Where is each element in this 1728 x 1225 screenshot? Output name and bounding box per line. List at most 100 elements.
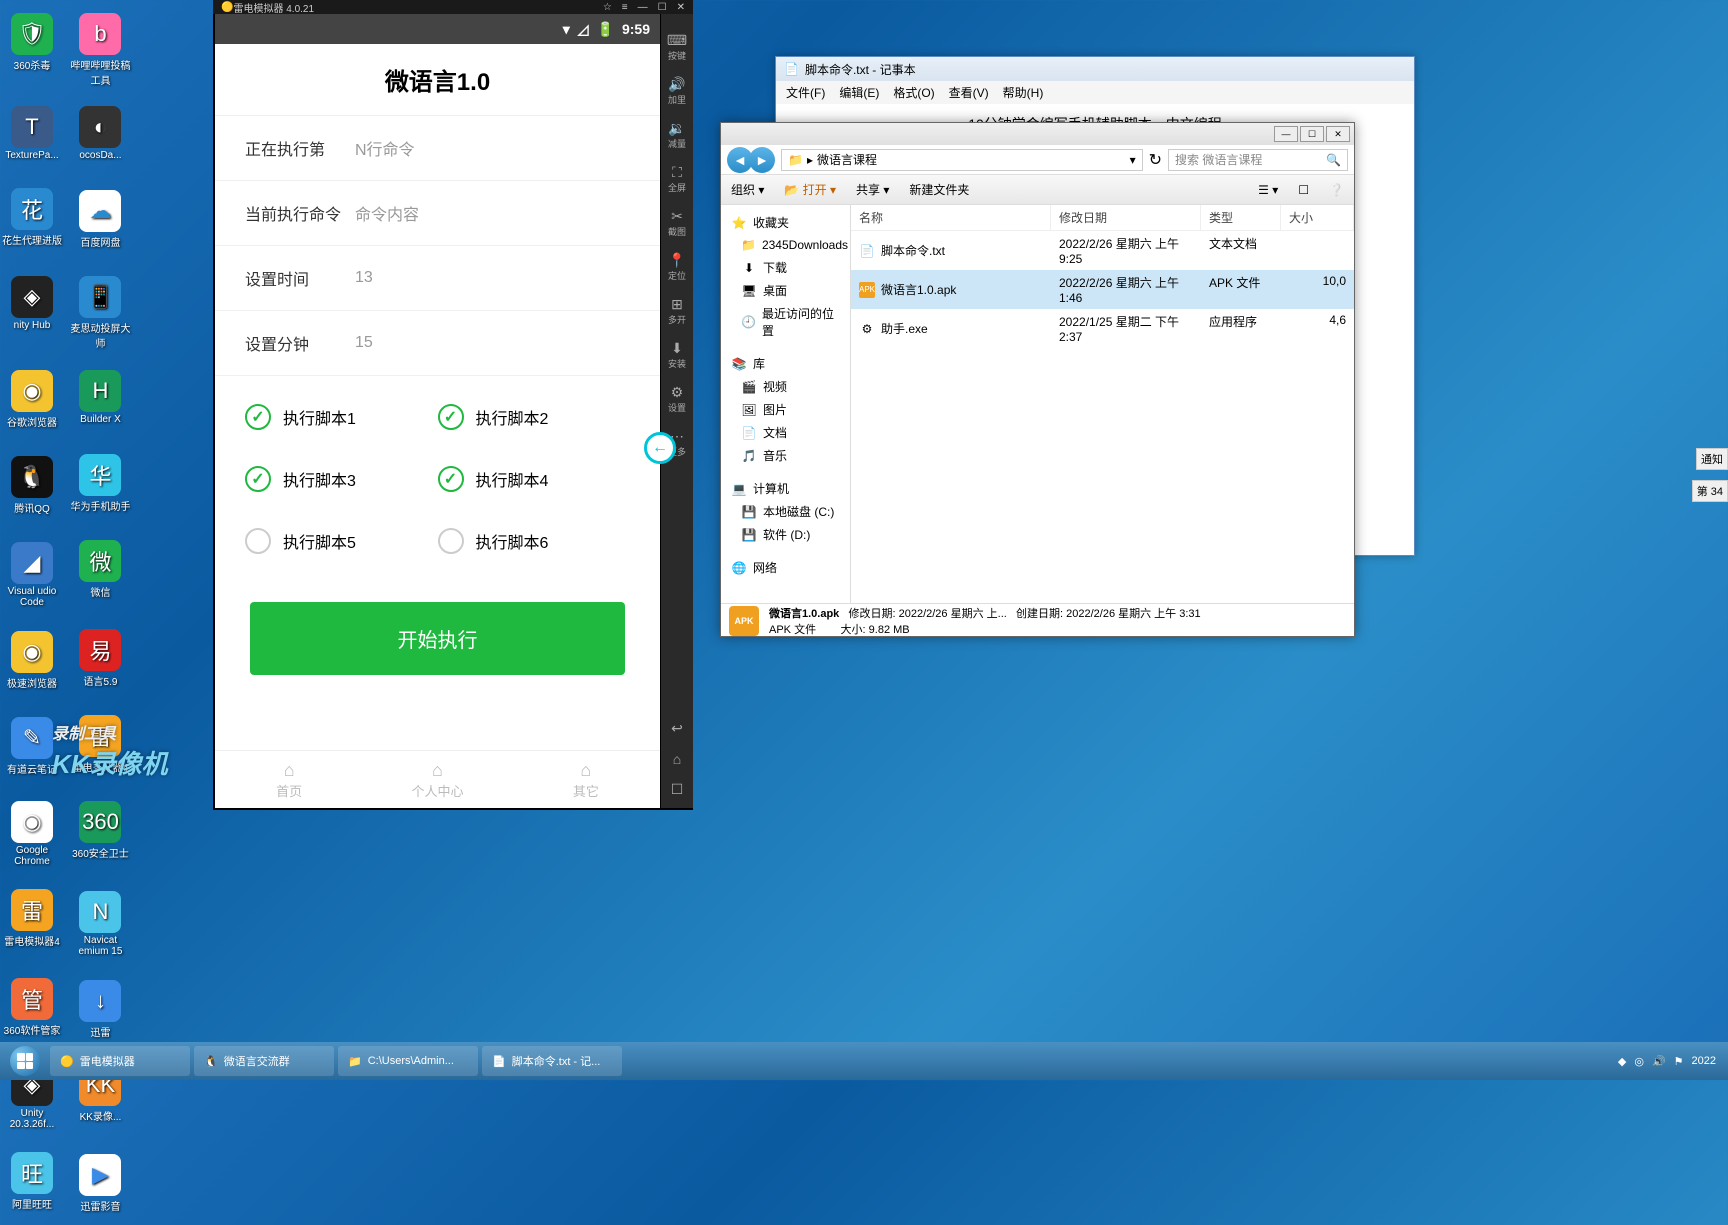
star-icon[interactable]: ☆ (603, 2, 612, 13)
row-set-hour[interactable]: 设置时间 13 (215, 246, 660, 311)
tree-item[interactable]: 🎬视频 (725, 375, 846, 398)
nav-home[interactable]: ⌂首页 (215, 751, 363, 808)
check-script5[interactable]: 执行脚本5 (245, 510, 438, 572)
tree-network[interactable]: 🌐网络 (725, 556, 846, 579)
desktop-icon[interactable]: 🐧腾讯QQ (2, 445, 62, 525)
desktop-icon[interactable]: 华华为手机助手 (70, 443, 130, 523)
desktop-icon[interactable]: 花花生代理进版 (2, 178, 62, 258)
toolbar-share[interactable]: 共享 ▾ (856, 181, 889, 198)
desktop-icon[interactable]: ▶迅雷影音 (70, 1143, 130, 1223)
maximize-icon[interactable]: ☐ (658, 2, 667, 13)
file-row[interactable]: 📄脚本命令.txt 2022/2/26 星期六 上午 9:25 文本文档 (851, 231, 1354, 270)
taskbar-item[interactable]: 📄脚本命令.txt - 记... (482, 1046, 622, 1076)
desktop-icon[interactable]: ◉Google Chrome (2, 794, 62, 874)
check-script4[interactable]: 执行脚本4 (438, 448, 631, 510)
tree-item[interactable]: 🖥桌面 (725, 279, 846, 302)
tree-favorites[interactable]: ⭐收藏夹 (725, 211, 846, 234)
sidebar-btn-keys[interactable]: ⌨按键 (661, 32, 693, 62)
minimize-button[interactable]: — (1274, 126, 1298, 142)
notepad-titlebar[interactable]: 📄 脚本命令.txt - 记事本 (776, 57, 1414, 81)
tree-item[interactable]: 🕘最近访问的位置 (725, 302, 846, 342)
check-script2[interactable]: 执行脚本2 (438, 386, 631, 448)
sidebar-btn-volup[interactable]: 🔊加里 (661, 76, 693, 106)
desktop-icon[interactable]: ◈nity Hub (2, 264, 62, 344)
desktop-icon[interactable]: ◉谷歌浏览器 (2, 359, 62, 439)
check-script6[interactable]: 执行脚本6 (438, 510, 631, 572)
refresh-icon[interactable]: ↻ (1149, 150, 1162, 170)
close-icon[interactable]: ✕ (677, 2, 685, 13)
desktop-icon[interactable]: 📱麦思动投屏大师 (70, 273, 130, 353)
tree-item[interactable]: 💾软件 (D:) (725, 523, 846, 546)
desktop-icon[interactable]: 管360软件管家 (2, 968, 62, 1048)
desktop-icon[interactable]: b哔哩哔哩投稿工具 (70, 10, 130, 90)
tray-clock[interactable]: 2022 (1692, 1055, 1716, 1067)
desktop-icon[interactable]: 旺阿里旺旺 (2, 1141, 62, 1221)
android-recent-icon[interactable]: ☐ (661, 781, 693, 798)
check-script1[interactable]: 执行脚本1 (245, 386, 438, 448)
desktop-icon[interactable]: 雷雷电模拟器4 (2, 878, 62, 958)
tree-item[interactable]: 📁2345Downloads (725, 234, 846, 256)
tray-icon[interactable]: ⚑ (1674, 1055, 1684, 1068)
desktop-icon[interactable]: TTexturePa... (2, 94, 62, 174)
sidebar-btn-multi[interactable]: ⊞多开 (661, 296, 693, 326)
menu-view[interactable]: 查看(V) (949, 84, 989, 101)
tree-item[interactable]: 🎵音乐 (725, 444, 846, 467)
desktop-icon[interactable]: ◐ocosDa... (70, 94, 130, 174)
start-execute-button[interactable]: 开始执行 (250, 602, 625, 675)
desktop-icon[interactable]: ◉极速浏览器 (2, 621, 62, 701)
check-script3[interactable]: 执行脚本3 (245, 448, 438, 510)
sidebar-btn-screenshot[interactable]: ✂截图 (661, 208, 693, 238)
desktop-icon[interactable]: HBuilder X (70, 357, 130, 437)
desktop-icon[interactable]: ☁百度网盘 (70, 180, 130, 260)
nav-forward-button[interactable]: ► (749, 147, 775, 173)
toolbar-organize[interactable]: 组织 ▾ (731, 181, 764, 198)
taskbar-item[interactable]: 📁C:\Users\Admin... (338, 1046, 478, 1076)
sidebar-btn-settings[interactable]: ⚙设置 (661, 384, 693, 414)
nav-other[interactable]: ⌂其它 (512, 751, 660, 808)
menu-help[interactable]: 帮助(H) (1003, 84, 1044, 101)
help-icon[interactable]: ❔ (1329, 183, 1344, 197)
menu-file[interactable]: 文件(F) (786, 84, 825, 101)
toolbar-open[interactable]: 📂 打开 ▾ (784, 181, 836, 198)
sidebar-btn-fullscreen[interactable]: ⛶全屏 (661, 164, 693, 194)
desktop-icon[interactable]: 微微信 (70, 529, 130, 609)
desktop-icon[interactable]: ↓迅雷 (70, 970, 130, 1050)
file-row-selected[interactable]: APK微语言1.0.apk 2022/2/26 星期六 上午 1:46 APK … (851, 270, 1354, 309)
tree-computer[interactable]: 💻计算机 (725, 477, 846, 500)
desktop-icon[interactable]: NNavicat emium 15 (70, 884, 130, 964)
explorer-titlebar[interactable]: — ☐ ✕ (721, 123, 1354, 145)
close-button[interactable]: ✕ (1326, 126, 1350, 142)
tree-item[interactable]: 💾本地磁盘 (C:) (725, 500, 846, 523)
sidebar-btn-location[interactable]: 📍定位 (661, 252, 693, 282)
android-back-icon[interactable]: ↩ (661, 720, 693, 737)
sidebar-btn-install[interactable]: ⬇安装 (661, 340, 693, 370)
android-home-icon[interactable]: ⌂ (661, 751, 693, 767)
start-button[interactable] (4, 1045, 46, 1077)
preview-icon[interactable]: ☐ (1298, 183, 1309, 197)
taskbar-item[interactable]: 🟡雷电模拟器 (50, 1046, 190, 1076)
tray-icon[interactable]: ◆ (1618, 1055, 1626, 1068)
file-row[interactable]: ⚙助手.exe 2022/1/25 星期二 下午 2:37 应用程序 4,6 (851, 309, 1354, 348)
desktop-icon[interactable]: ◢Visual udio Code (2, 535, 62, 615)
desktop-icon[interactable]: 🛡360杀毒 (2, 2, 62, 82)
tray-icon[interactable]: 🔊 (1652, 1055, 1666, 1068)
desktop-icon[interactable]: 易语言5.9 (70, 619, 130, 699)
taskbar-item[interactable]: 🐧微语言交流群 (194, 1046, 334, 1076)
tree-item[interactable]: 🖼图片 (725, 398, 846, 421)
system-tray[interactable]: ◆ ◎ 🔊 ⚑ 2022 (1618, 1055, 1724, 1068)
row-set-minute[interactable]: 设置分钟 15 (215, 311, 660, 376)
nav-profile[interactable]: ⌂个人中心 (363, 751, 511, 808)
sidebar-btn-voldown[interactable]: 🔉减量 (661, 120, 693, 150)
maximize-button[interactable]: ☐ (1300, 126, 1324, 142)
view-options-icon[interactable]: ☰ ▾ (1258, 183, 1278, 197)
address-bar[interactable]: 📁 ▸ 微语言课程 ▾ (781, 149, 1143, 171)
menu-edit[interactable]: 编辑(E) (839, 84, 879, 101)
floating-action-button[interactable]: ← (644, 432, 676, 464)
menu-format[interactable]: 格式(O) (893, 84, 934, 101)
tray-icon[interactable]: ◎ (1634, 1055, 1644, 1068)
search-input[interactable]: 搜索 微语言课程 🔍 (1168, 149, 1348, 171)
minimize-icon[interactable]: — (638, 2, 648, 13)
toolbar-newfolder[interactable]: 新建文件夹 (909, 181, 969, 198)
tree-libraries[interactable]: 📚库 (725, 352, 846, 375)
emulator-titlebar[interactable]: 🟡 雷电模拟器 4.0.21 ☆ ≡ — ☐ ✕ (213, 0, 693, 14)
